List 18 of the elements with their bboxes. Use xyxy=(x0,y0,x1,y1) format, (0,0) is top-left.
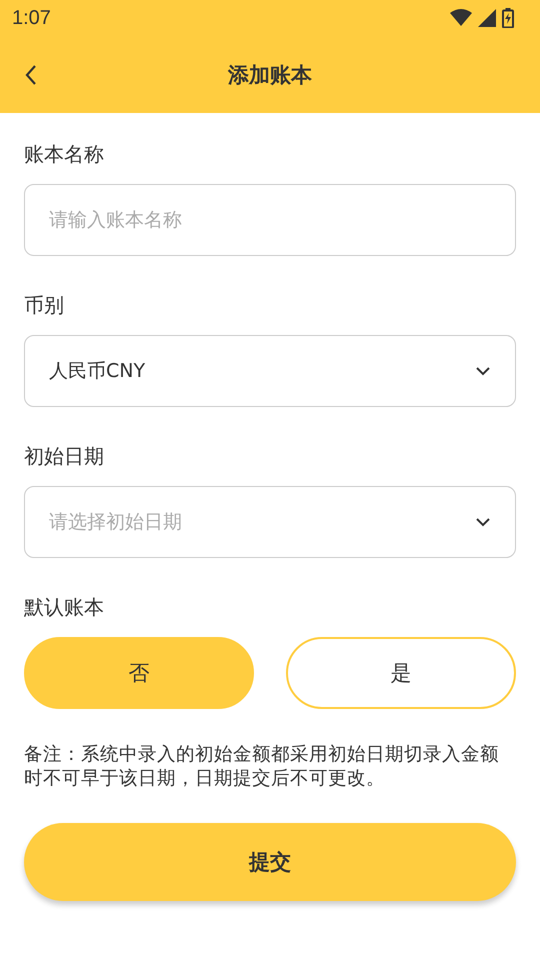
chevron-left-icon xyxy=(24,64,38,86)
field-label: 默认账本 xyxy=(24,594,105,620)
chevron-down-icon xyxy=(475,366,491,376)
battery-icon xyxy=(502,8,514,28)
chevron-down-icon xyxy=(475,517,491,527)
signal-icon xyxy=(478,9,496,27)
status-time: 1:07 xyxy=(12,6,51,30)
field-label: 账本名称 xyxy=(24,141,105,167)
field-label: 币别 xyxy=(24,292,65,318)
note-text: 备注：系统中录入的初始金额都采用初始日期切录入金额时不可早于该日期，日期提交后不可更改。 xyxy=(24,743,500,791)
field-label: 初始日期 xyxy=(24,443,105,469)
option-button[interactable]: 是 xyxy=(286,637,516,709)
input-field[interactable]: 请输入账本名称 xyxy=(24,184,516,256)
option-button[interactable]: 否 xyxy=(24,637,254,709)
page-title: 添加账本 xyxy=(228,62,312,88)
dropdown-field[interactable]: 人民币CNY xyxy=(24,335,516,407)
submit-button[interactable]: 提交 xyxy=(24,823,516,901)
wifi-icon xyxy=(450,9,472,27)
